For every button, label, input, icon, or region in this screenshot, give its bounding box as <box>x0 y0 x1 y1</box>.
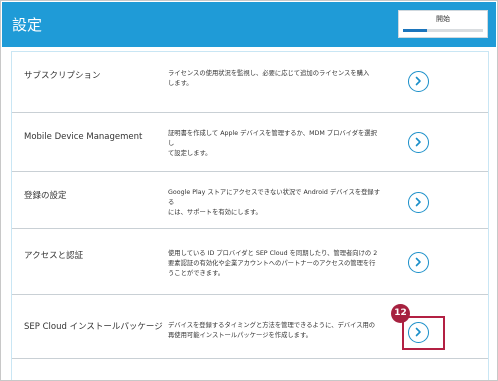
chevron-right-icon <box>415 197 421 207</box>
settings-row-enrollment: 登録の設定 Google Play ストアにアクセスできない状況で Androi… <box>12 172 488 229</box>
row-description: 証明書を作成して Apple デバイスを管理するか、MDM プロバイダを選択し … <box>168 129 383 159</box>
row-label: 登録の設定 <box>24 191 67 201</box>
row-description: デバイスを登録するタイミングと方法を管理できるように、デバイス用の 再使用可能イ… <box>168 321 383 341</box>
row-description-line: します。 <box>168 80 193 87</box>
access-auth-open-button[interactable] <box>408 252 429 273</box>
row-description-line: ライセンスの使用状況を監視し、必要に応じて追加のライセンスを購入 <box>168 70 370 77</box>
settings-row-subscription: サブスクリプション ライセンスの使用状況を監視し、必要に応じて追加のライセンスを… <box>12 52 488 113</box>
settings-window: 設定 開始 サブスクリプション ライセンスの使用状況を監視し、必要に応じて追加の… <box>0 0 498 381</box>
row-label: アクセスと認証 <box>24 251 84 261</box>
chevron-right-icon <box>415 76 421 86</box>
row-description-line: には、サポートを有効にします。 <box>168 209 262 216</box>
row-description-line: 要素認証の有効化や企業アカウントへのパートナーのアクセスの管理を行 <box>168 260 376 267</box>
row-label: SEP Cloud インストールパッケージ <box>24 322 163 332</box>
progress-fill <box>403 29 427 32</box>
settings-row-mdm: Mobile Device Management 証明書を作成して Apple … <box>12 113 488 172</box>
row-description-line: 再使用可能インストールパッケージを作成します。 <box>168 332 312 339</box>
chevron-right-icon <box>415 257 421 267</box>
callout-highlight-box <box>402 316 445 350</box>
row-description-line: て設定します。 <box>168 150 212 157</box>
start-progress-widget[interactable]: 開始 <box>398 10 488 38</box>
settings-row-access-auth: アクセスと認証 使用している ID プロバイダと SEP Cloud を同期した… <box>12 229 488 295</box>
row-description-line: Google Play ストアにアクセスできない状況で Android デバイス… <box>168 189 381 206</box>
row-label: Mobile Device Management <box>24 132 143 142</box>
row-description: Google Play ストアにアクセスできない状況で Android デバイス… <box>168 188 383 218</box>
page-title: 設定 <box>12 16 43 34</box>
chevron-right-icon <box>415 137 421 147</box>
row-description-line: 使用している ID プロバイダと SEP Cloud を同期したり、管理者向けの… <box>168 250 378 257</box>
row-description-line: デバイスを登録するタイミングと方法を管理できるように、デバイス用の <box>168 322 376 329</box>
row-description-line: うことができます。 <box>168 270 225 277</box>
row-description-line: 証明書を作成して Apple デバイスを管理するか、MDM プロバイダを選択し <box>168 130 377 147</box>
row-label: サブスクリプション <box>24 71 101 81</box>
progress-track <box>403 29 483 32</box>
row-description: 使用している ID プロバイダと SEP Cloud を同期したり、管理者向けの… <box>168 249 383 279</box>
enrollment-open-button[interactable] <box>408 192 429 213</box>
mdm-open-button[interactable] <box>408 132 429 153</box>
settings-header: 設定 開始 <box>2 2 496 47</box>
row-description: ライセンスの使用状況を監視し、必要に応じて追加のライセンスを購入 します。 <box>168 69 383 89</box>
progress-label: 開始 <box>436 15 450 23</box>
step-number-badge: 12 <box>391 304 410 323</box>
subscription-open-button[interactable] <box>408 71 429 92</box>
